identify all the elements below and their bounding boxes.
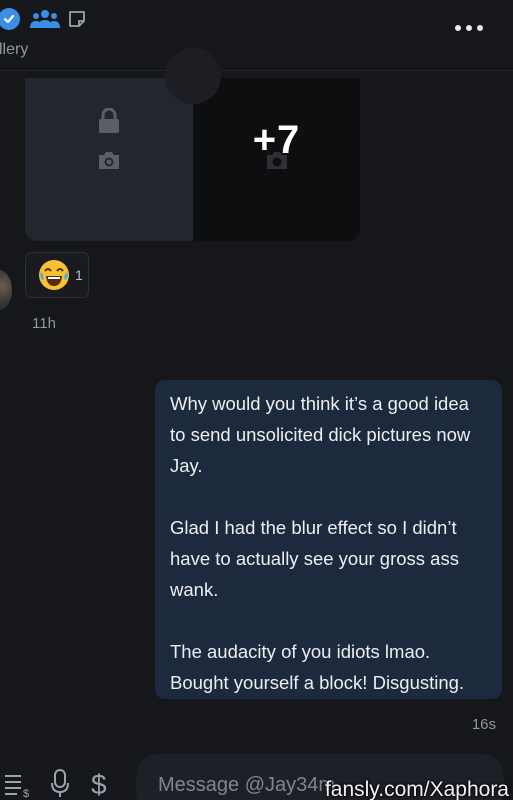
verified-badge-icon bbox=[0, 8, 20, 30]
reaction-count: 1 bbox=[75, 267, 83, 283]
message-paragraph: Why would you think it’s a good idea to … bbox=[170, 393, 471, 476]
message-timestamp: 16s bbox=[471, 716, 496, 733]
more-media-tile[interactable]: +7 bbox=[193, 78, 360, 241]
microphone-icon[interactable] bbox=[50, 768, 70, 798]
menu-dollar-icon[interactable]: $ bbox=[4, 768, 30, 798]
reaction-pill[interactable]: 1 bbox=[25, 252, 89, 298]
lock-icon bbox=[99, 108, 119, 133]
people-icon[interactable] bbox=[30, 8, 60, 30]
media-attachment-grid[interactable]: +7 bbox=[25, 48, 360, 241]
svg-text:$: $ bbox=[91, 769, 107, 798]
svg-text:$: $ bbox=[23, 788, 29, 798]
watermark-text: fansly.com/Xaphora bbox=[324, 778, 509, 800]
gallery-tab-label[interactable]: llery bbox=[0, 41, 28, 59]
dollar-icon[interactable]: $ bbox=[90, 768, 110, 798]
more-options-icon[interactable] bbox=[455, 18, 483, 38]
avatar[interactable] bbox=[0, 270, 12, 310]
message-paragraph: The audacity of you idiots lmao. Bought … bbox=[170, 641, 465, 693]
locked-media-tile[interactable] bbox=[25, 78, 193, 241]
chat-header: llery bbox=[0, 0, 513, 71]
media-overlay-button[interactable] bbox=[165, 48, 221, 104]
camera-icon bbox=[99, 152, 119, 169]
header-icons bbox=[0, 6, 86, 32]
laughing-emoji-icon bbox=[39, 260, 69, 290]
more-media-count: +7 bbox=[252, 118, 301, 162]
message-input-placeholder: Message @Jay34m bbox=[158, 774, 336, 796]
outgoing-message-bubble[interactable]: Why would you think it’s a good idea to … bbox=[155, 380, 502, 699]
message-timestamp: 11h bbox=[32, 315, 56, 332]
message-paragraph: Glad I had the blur effect so I didn’t h… bbox=[170, 517, 459, 600]
chat-screen: llery +7 1 11h Why would you think it’s … bbox=[0, 0, 513, 800]
note-icon[interactable] bbox=[68, 10, 86, 28]
